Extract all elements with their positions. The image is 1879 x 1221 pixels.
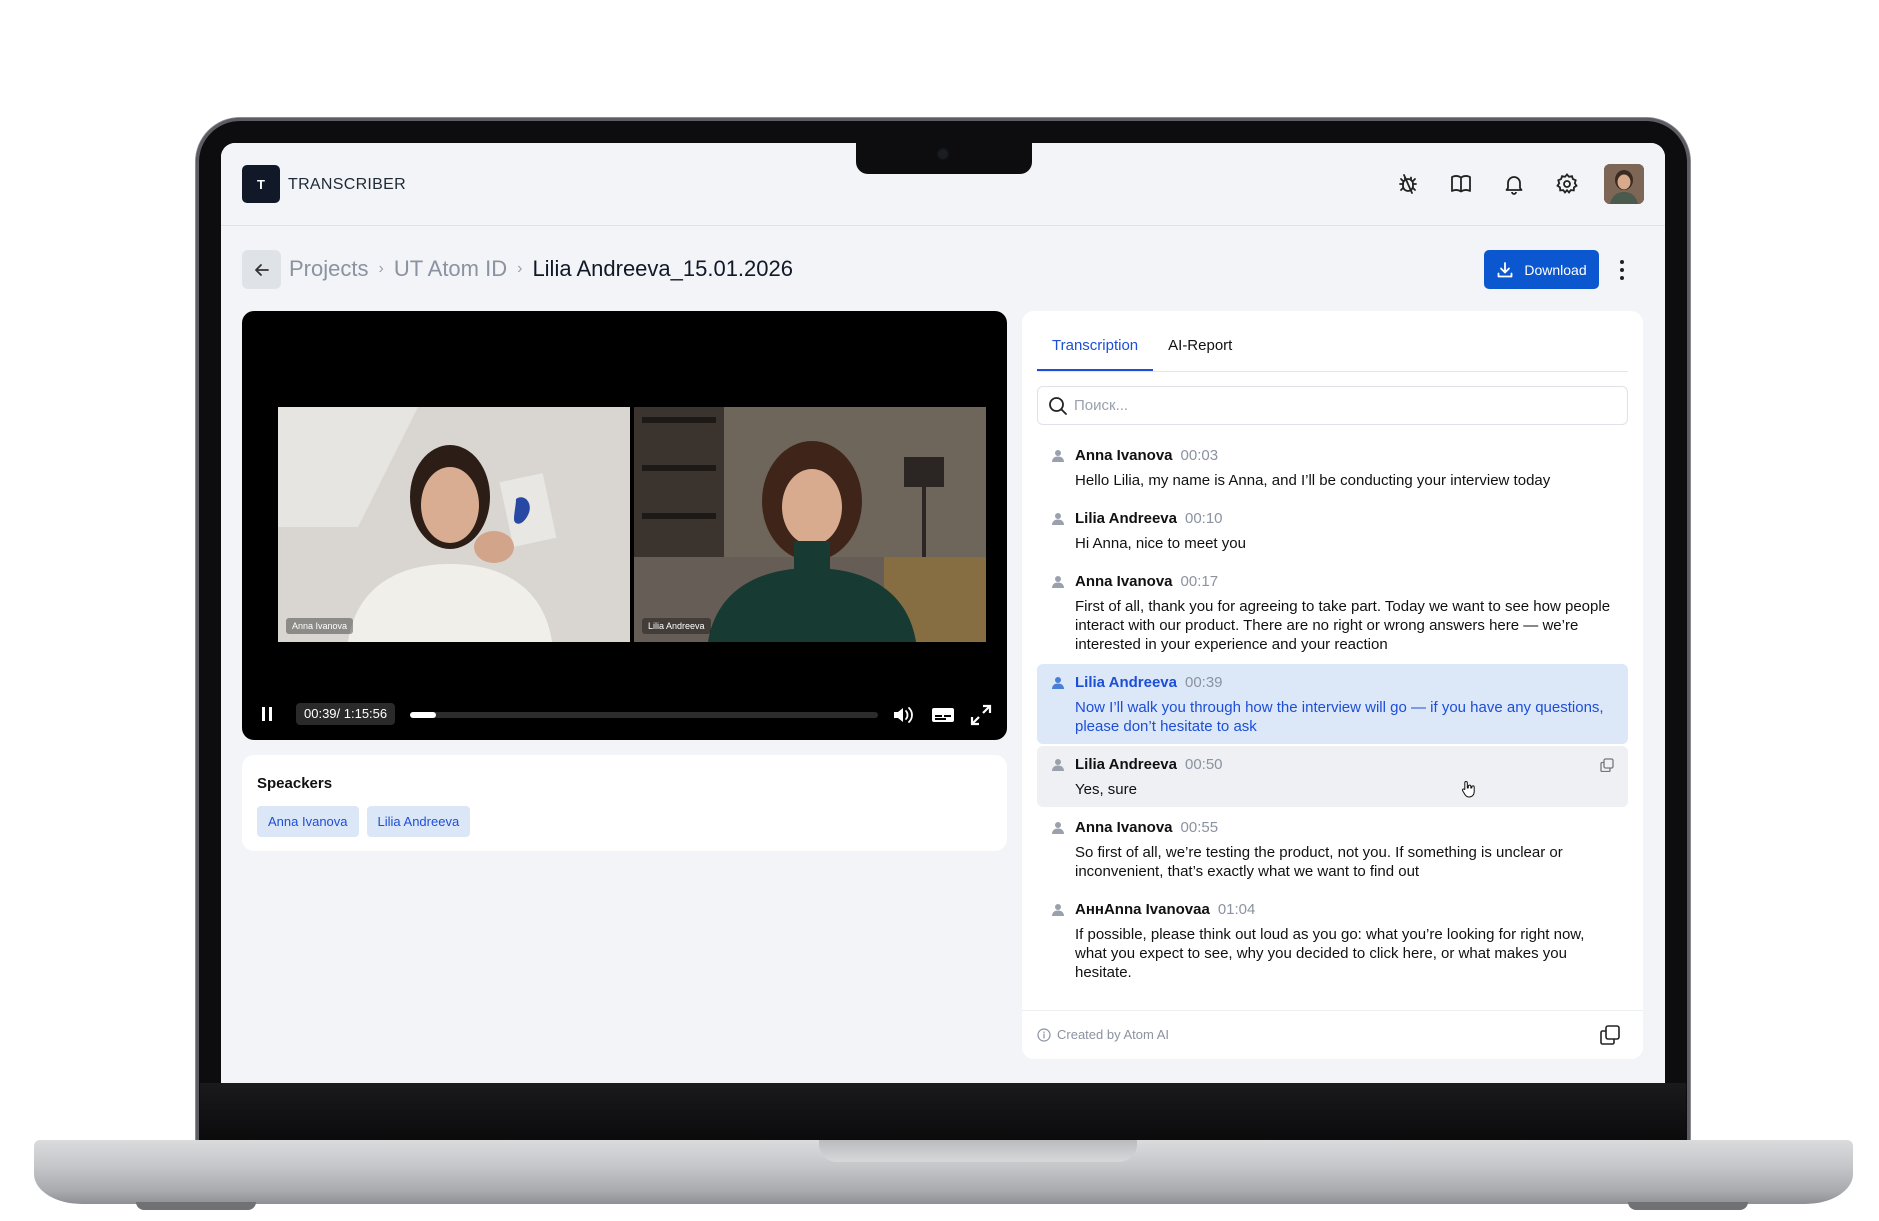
breadcrumb-project[interactable]: UT Atom ID [394,256,507,282]
pause-icon[interactable] [262,707,276,723]
panel-tabs: Transcription AI-Report [1037,325,1628,372]
footer-note-text: Created by Atom AI [1057,1027,1170,1042]
transcript-entry[interactable]: Anna Ivanova 00:55 So first of all, we’re… [1037,809,1628,889]
breadcrumb-projects[interactable]: Projects [289,256,368,282]
book-icon[interactable] [1444,165,1477,203]
entry-text: So first of all, we’re testing the produ… [1075,844,1563,880]
entry-text: Now I’ll walk you through how the interv… [1075,699,1604,735]
volume-icon[interactable] [890,703,916,727]
transcript-entry[interactable]: Anna Ivanova 00:03 Hello Lilia, my name i… [1037,437,1628,498]
download-icon [1497,261,1513,277]
search-icon [1049,396,1067,415]
speaker-chip[interactable]: Anna Ivanova [257,806,359,837]
transcript-entry[interactable]: Anna Ivanova 00:17 First of all, thank yo… [1037,563,1628,662]
transcript-entry-active[interactable]: Lilia Andreeva 00:39 Now I’ll walk you th… [1037,664,1628,744]
entry-speaker: Anna Ivanova [1075,819,1173,836]
entry-time[interactable]: 00:03 [1181,447,1219,464]
entry-speaker: Lilia Andreeva [1075,674,1177,691]
subtitles-icon[interactable] [930,703,956,727]
person-icon [1052,904,1064,916]
transcript-panel: Transcription AI-Report Anna Ivanova 00:0… [1022,311,1643,1059]
laptop-hinge [200,1083,1686,1141]
search-field [1037,386,1628,425]
entry-text: Hi Anna, nice to meet you [1075,535,1246,552]
app-logo[interactable]: T [242,165,280,203]
person-icon [1052,822,1064,834]
fullscreen-icon[interactable] [968,703,994,727]
speaker-chip[interactable]: Lilia Andreeva [366,806,471,837]
chevron-right-icon: › [517,260,523,277]
header-icons [1391,165,1583,203]
participant-name-right: Lilia Andreeva [642,618,711,634]
person-icon [1052,677,1064,689]
tab-ai-report[interactable]: AI-Report [1153,325,1247,371]
breadcrumb: Projects › UT Atom ID › Lilia Andreeva_1… [289,256,793,282]
person-icon [1052,576,1064,588]
entry-speaker: Anna Ivanova [1075,573,1173,590]
entry-speaker: АннAnna Ivanovaa [1075,901,1210,918]
person-icon [1052,759,1064,771]
entry-time[interactable]: 01:04 [1218,901,1256,918]
footer-note: Created by Atom AI [1037,1027,1169,1042]
download-button[interactable]: Download [1484,250,1599,289]
transcript-list: Anna Ivanova 00:03 Hello Lilia, my name i… [1037,437,1628,992]
bell-icon[interactable] [1497,165,1530,203]
panel-footer: Created by Atom AI [1022,1010,1643,1059]
more-options-icon[interactable] [1615,256,1629,284]
transcript-entry[interactable]: Lilia Andreeva 00:10 Hi Anna, nice to mee… [1037,500,1628,561]
transcript-entry-hovered[interactable]: Lilia Andreeva 00:50 Yes, sure [1037,746,1628,807]
player-controls: 00:39/ 1:15:56 [242,701,1007,729]
progress-fill [410,712,437,718]
back-button[interactable] [242,250,281,289]
copy-icon[interactable] [1600,758,1614,772]
bug-icon[interactable] [1391,165,1424,203]
gear-icon[interactable] [1550,165,1583,203]
participant-video-right: Lilia Andreeva [634,407,986,642]
camera-notch [856,143,1032,174]
participant-name-left: Anna Ivanova [286,618,354,634]
arrow-left-icon [254,263,269,276]
entry-time[interactable]: 00:55 [1181,819,1219,836]
participant-video-left: Anna Ivanova [278,407,630,642]
entry-speaker: Lilia Andreeva [1075,510,1177,527]
entry-text: First of all, thank you for agreeing to … [1075,598,1611,653]
base-notch [819,1140,1137,1162]
entry-speaker: Lilia Andreeva [1075,756,1177,773]
entry-speaker: Anna Ivanova [1075,447,1173,464]
tab-transcription[interactable]: Transcription [1037,325,1154,371]
search-input[interactable] [1074,397,1614,414]
download-label: Download [1524,261,1587,278]
entry-text: If possible, please think out loud as yo… [1075,926,1585,981]
entry-time[interactable]: 00:50 [1185,756,1223,773]
camera-icon [938,149,948,159]
entry-time[interactable]: 00:39 [1185,674,1223,691]
laptop-base [34,1140,1853,1204]
app-screen: T TRANSCRIBER Projects › UT Atom ID › Li… [221,143,1665,1083]
time-label: 00:39/ 1:15:56 [296,703,396,725]
breadcrumb-current: Lilia Andreeva_15.01.2026 [532,256,793,281]
entry-time[interactable]: 00:10 [1185,510,1223,527]
entry-text: Hello Lilia, my name is Anna, and I’ll b… [1075,472,1551,489]
entry-text: Yes, sure [1075,781,1137,798]
person-icon [1052,513,1064,525]
app-name: TRANSCRIBER [288,176,406,193]
laptop-foot-right [1628,1202,1748,1210]
entry-time[interactable]: 00:17 [1181,573,1219,590]
chevron-right-icon: › [378,260,384,277]
person-icon [1052,450,1064,462]
speakers-title: Speackers [257,775,333,792]
avatar[interactable] [1604,164,1644,204]
laptop-foot-left [136,1202,256,1210]
info-icon [1037,1027,1051,1042]
video-player[interactable]: Anna Ivanova Lilia Andreeva 00:39/ 1:15:… [242,311,1007,740]
speakers-card: Speackers Anna Ivanova Lilia Andreeva [242,755,1007,851]
hand-cursor-icon [1461,780,1475,798]
progress-bar[interactable] [410,712,878,718]
copy-all-icon[interactable] [1599,1024,1621,1046]
transcript-entry[interactable]: АннAnna Ivanovaa 01:04 If possible, pleas… [1037,891,1628,990]
speaker-chips: Anna Ivanova Lilia Andreeva [257,806,471,837]
